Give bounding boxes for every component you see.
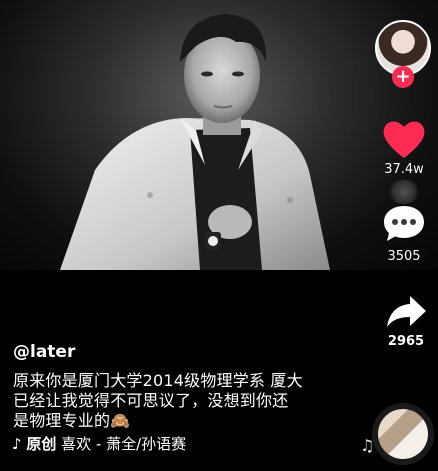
- video-caption[interactable]: 原来你是厦门大学2014级物理学系 厦大 已经让我觉得不可思议了，没想到你还 是…: [13, 371, 358, 431]
- comment-button[interactable]: 3505: [374, 203, 434, 264]
- music-origin-label: 原创: [26, 435, 57, 453]
- music-track-title: 喜欢 - 萧全/孙语赛: [61, 435, 187, 453]
- share-button[interactable]: 2965: [376, 294, 436, 349]
- caption-line: 是物理专业的🙈: [13, 411, 131, 430]
- caption-line: 已经让我觉得不可思议了，没想到你还: [13, 391, 289, 410]
- author-avatar-button[interactable]: +: [375, 20, 431, 88]
- video-frame[interactable]: [0, 0, 438, 270]
- video-photo: [60, 14, 330, 270]
- music-disc-button[interactable]: [372, 403, 434, 465]
- caption-line: 原来你是厦门大学2014级物理学系 厦大: [13, 371, 303, 390]
- like-count: 37.4w: [384, 162, 424, 177]
- comment-count: 3505: [387, 249, 421, 264]
- tiktok-note-icon: ♪: [12, 435, 22, 453]
- overlay-shadow: [387, 180, 421, 204]
- share-icon: [387, 296, 426, 327]
- heart-icon: [383, 121, 425, 158]
- share-count: 2965: [387, 334, 425, 349]
- author-username[interactable]: @later: [13, 342, 75, 362]
- follow-button[interactable]: +: [392, 66, 414, 88]
- like-button[interactable]: 37.4w: [374, 118, 434, 177]
- music-cover: [378, 409, 428, 459]
- comment-icon: [384, 206, 424, 241]
- music-info[interactable]: ♪ 原创 喜欢 - 萧全/孙语赛: [12, 433, 186, 454]
- plus-icon: +: [395, 66, 411, 87]
